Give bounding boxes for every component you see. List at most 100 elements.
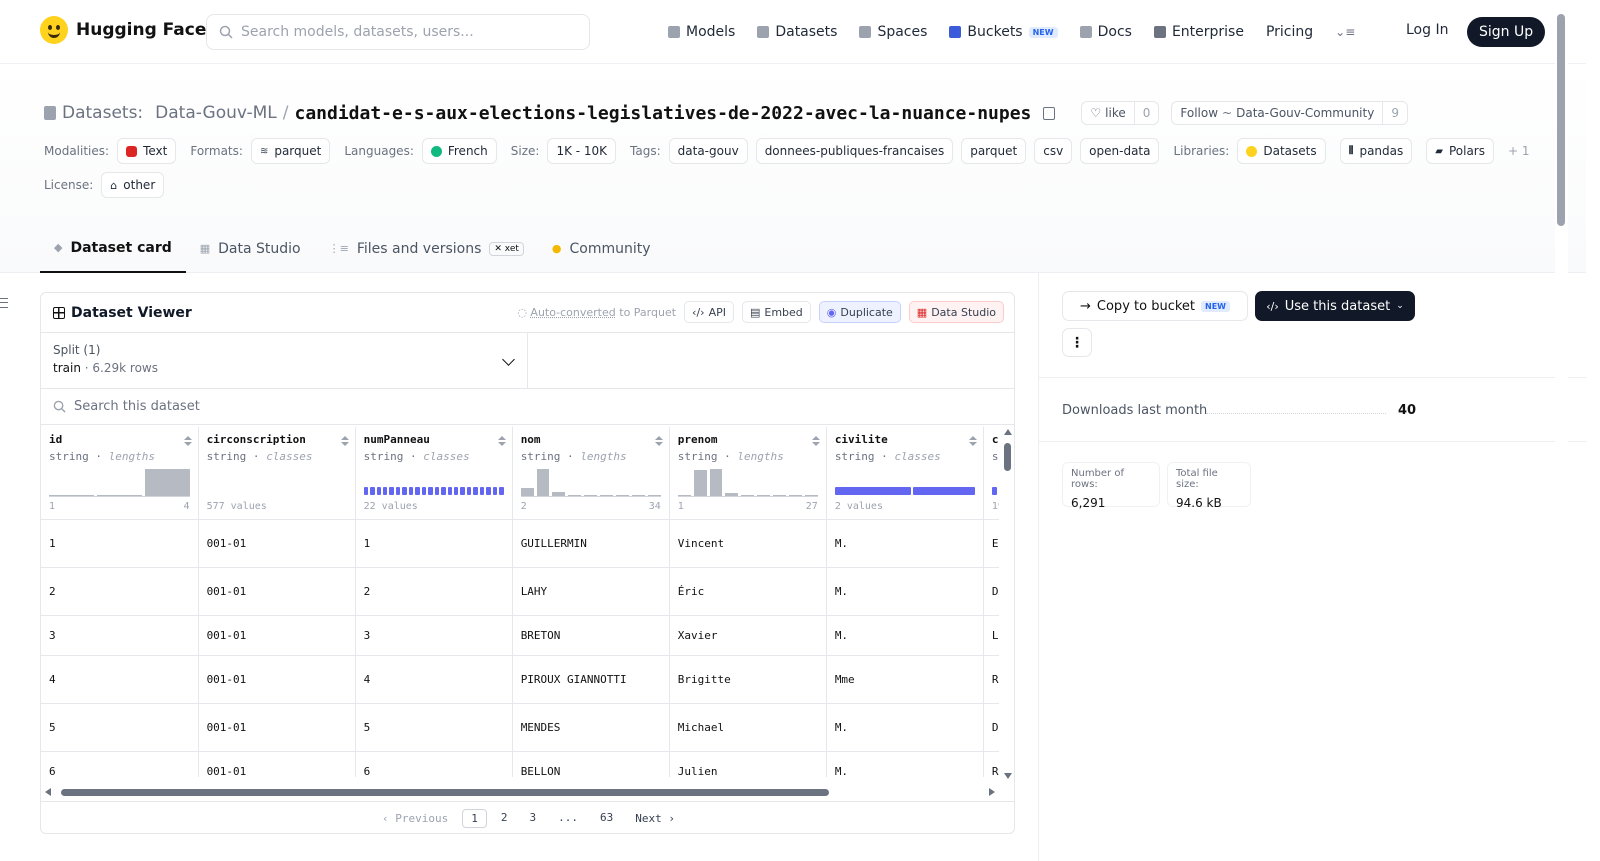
nav-buckets[interactable]: Buckets NEW <box>949 24 1058 40</box>
cell-prenom[interactable]: Michael <box>669 703 827 752</box>
duplicate-button[interactable]: ◉ Duplicate <box>818 301 901 323</box>
library-tag-polars[interactable]: ▰ Polars <box>1426 138 1494 164</box>
tag-data-gouv[interactable]: data-gouv <box>668 138 748 164</box>
tag-open-data[interactable]: open-data <box>1080 138 1160 164</box>
scroll-down-icon[interactable] <box>1004 773 1012 779</box>
embed-button[interactable]: ▤ Embed <box>741 301 811 323</box>
histogram-bar[interactable] <box>552 491 566 496</box>
category-segment[interactable] <box>486 487 491 495</box>
login-link[interactable]: Log In <box>1406 22 1448 38</box>
table-row[interactable]: 5001-015MENDESMichaelM.DSV <box>41 703 999 752</box>
cell-id[interactable]: 4 <box>41 655 199 704</box>
cell-nom[interactable]: MENDES <box>512 703 670 752</box>
cell-codeNuance[interactable]: REC <box>983 751 999 777</box>
cell-circonscription[interactable]: 001-01 <box>198 655 356 704</box>
copy-to-bucket-button[interactable]: → Copy to bucket NEW <box>1062 291 1248 321</box>
category-segment[interactable] <box>912 487 975 495</box>
category-segment[interactable] <box>473 487 478 495</box>
category-segment[interactable] <box>479 487 485 495</box>
sort-icon[interactable] <box>811 436 820 446</box>
cell-civilite[interactable]: M. <box>826 703 984 752</box>
histogram-bar[interactable] <box>49 495 94 496</box>
cell-civilite[interactable]: M. <box>826 751 984 777</box>
license-tag[interactable]: ⌂ other <box>101 172 165 198</box>
category-segment[interactable] <box>402 487 407 495</box>
page-scrollbar[interactable] <box>1555 0 1568 861</box>
sort-icon[interactable] <box>183 436 192 446</box>
cell-prenom[interactable]: Julien <box>669 751 827 777</box>
cell-nom[interactable]: GUILLERMIN <box>512 519 670 568</box>
cell-prenom[interactable]: Brigitte <box>669 655 827 704</box>
dataset-search[interactable] <box>41 389 1014 425</box>
category-segment[interactable] <box>466 487 472 495</box>
cell-prenom[interactable]: Xavier <box>669 615 827 656</box>
vertical-scrollbar[interactable] <box>1001 427 1014 783</box>
library-tag-datasets[interactable]: Datasets <box>1237 138 1326 164</box>
data-studio-button[interactable]: ▦ Data Studio <box>908 301 1004 323</box>
home-logo-link[interactable]: Hugging Face <box>40 16 206 44</box>
table-row[interactable]: 4001-014PIROUX GIANNOTTIBrigitteMmeRN <box>41 655 999 704</box>
sort-icon[interactable] <box>968 436 977 446</box>
histogram-bar[interactable] <box>536 469 550 496</box>
tag-donnees-publiques-francaises[interactable]: donnees-publiques-francaises <box>755 138 954 164</box>
copy-icon[interactable] <box>1043 106 1056 120</box>
tab-files-and-versions[interactable]: ⋮≡ Files and versions ✕ xet <box>315 224 538 273</box>
modality-tag-text[interactable]: Text <box>117 138 177 164</box>
category-segment[interactable] <box>428 487 433 495</box>
cell-codeNuance[interactable]: DXG <box>983 567 999 616</box>
table-row[interactable]: 1001-011GUILLERMINVincentM.ENS <box>41 519 999 568</box>
nav-docs[interactable]: Docs <box>1079 24 1132 40</box>
category-segment[interactable] <box>991 487 998 495</box>
category-segment[interactable] <box>415 487 420 495</box>
cell-nom[interactable]: LAHY <box>512 567 670 616</box>
page-3[interactable]: 3 <box>521 809 544 828</box>
more-menu-icon[interactable]: ⌄≡ <box>1335 25 1355 39</box>
histogram-bar[interactable] <box>757 495 771 496</box>
language-tag-french[interactable]: French <box>421 138 497 164</box>
category-segment[interactable] <box>447 487 452 495</box>
category-segment[interactable] <box>363 487 369 495</box>
cell-id[interactable]: 1 <box>41 519 199 568</box>
cell-numPanneau[interactable]: 2 <box>355 567 513 616</box>
scroll-left-icon[interactable] <box>45 788 51 796</box>
cell-circonscription[interactable]: 001-01 <box>198 519 356 568</box>
category-segment[interactable] <box>492 487 498 495</box>
sort-icon[interactable] <box>340 436 349 446</box>
column-header-circonscription[interactable]: circonscription string · classes 577 value… <box>198 427 356 520</box>
cell-codeNuance[interactable]: RN <box>983 655 999 704</box>
histogram-bar[interactable] <box>773 495 786 496</box>
cell-circonscription[interactable]: 001-01 <box>198 567 356 616</box>
column-header-civilite[interactable]: civilite string · classes 2 values <box>826 427 984 520</box>
column-header-prenom[interactable]: prenom string · lengths 1 27 <box>669 427 827 520</box>
cell-nom[interactable]: PIROUX GIANNOTTI <box>512 655 670 704</box>
histogram-bar[interactable] <box>520 487 534 496</box>
cell-numPanneau[interactable]: 6 <box>355 751 513 777</box>
format-tag-parquet[interactable]: ≋ parquet <box>250 138 331 164</box>
category-segment[interactable] <box>370 487 375 495</box>
vertical-scroll-thumb[interactable] <box>1004 443 1011 471</box>
library-tag-pandas[interactable]: ⦀ pandas <box>1339 138 1413 164</box>
cell-numPanneau[interactable]: 5 <box>355 703 513 752</box>
scroll-right-icon[interactable] <box>989 788 995 796</box>
cell-id[interactable]: 3 <box>41 615 199 656</box>
histogram-bar[interactable] <box>677 495 691 496</box>
follow-button[interactable]: Follow ~ Data-Gouv-Community 9 <box>1171 101 1408 125</box>
page-2[interactable]: 2 <box>493 809 516 828</box>
use-this-dataset-button[interactable]: ‹/› Use this dataset ⌄ <box>1255 291 1415 321</box>
data-table-container[interactable]: id string · lengths 1 4 circonscription strin… <box>41 427 999 777</box>
page-scroll-thumb[interactable] <box>1557 14 1565 226</box>
cell-nom[interactable]: BELLON <box>512 751 670 777</box>
page-63[interactable]: 63 <box>592 809 621 828</box>
auto-converted-link[interactable]: Auto-converted <box>530 306 615 319</box>
tab-community[interactable]: ● Community <box>538 224 665 273</box>
next-page-button[interactable]: Next › <box>627 810 683 827</box>
cell-civilite[interactable]: Mme <box>826 655 984 704</box>
cell-civilite[interactable]: M. <box>826 519 984 568</box>
category-segment[interactable] <box>441 487 446 495</box>
cell-prenom[interactable]: Éric <box>669 567 827 616</box>
api-button[interactable]: ‹/› API <box>684 301 734 323</box>
histogram-bar[interactable] <box>725 492 739 496</box>
nav-spaces[interactable]: Spaces <box>859 24 927 40</box>
histogram-bar[interactable] <box>631 495 645 496</box>
cell-circonscription[interactable]: 001-01 <box>198 615 356 656</box>
